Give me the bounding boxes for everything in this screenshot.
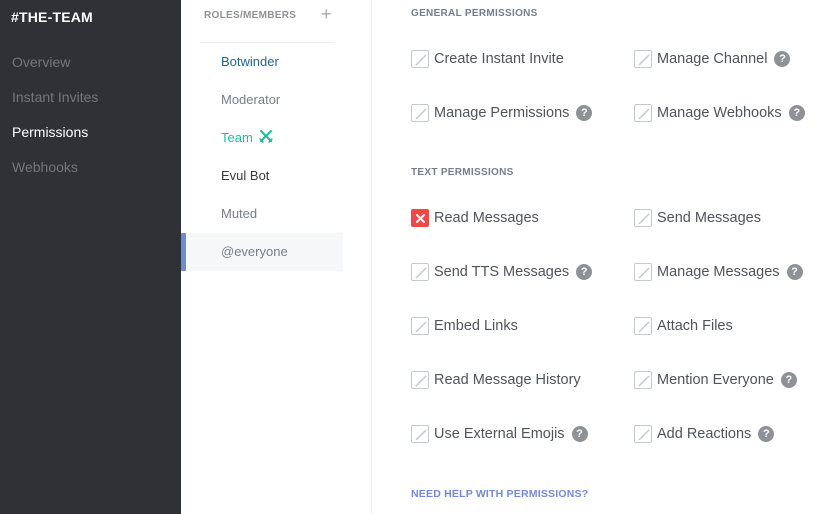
perm-read-messages[interactable]: Read Messages bbox=[411, 208, 539, 228]
help-icon[interactable]: ? bbox=[571, 426, 588, 442]
role-item-team[interactable]: Team bbox=[181, 119, 343, 157]
perm-label: Embed Links bbox=[434, 318, 518, 334]
help-icon[interactable]: ? bbox=[758, 426, 775, 442]
passthrough-checkbox[interactable] bbox=[634, 425, 652, 443]
perm-send-tts-messages[interactable]: Send TTS Messages ? bbox=[411, 262, 593, 282]
deny-checkbox[interactable] bbox=[411, 209, 429, 227]
role-item-botwinder[interactable]: Botwinder bbox=[181, 43, 343, 81]
crossed-swords-icon bbox=[259, 120, 274, 158]
perm-label: Send Messages bbox=[657, 210, 761, 226]
perm-create-instant-invite[interactable]: Create Instant Invite bbox=[411, 49, 564, 69]
perm-manage-permissions[interactable]: Manage Permissions ? bbox=[411, 103, 593, 123]
perm-label: Mention Everyone bbox=[657, 372, 774, 388]
passthrough-checkbox[interactable] bbox=[411, 317, 429, 335]
passthrough-checkbox[interactable] bbox=[411, 50, 429, 68]
perm-label: Attach Files bbox=[657, 318, 733, 334]
perm-read-message-history[interactable]: Read Message History bbox=[411, 370, 581, 390]
sidebar-item-instant-invites[interactable]: Instant Invites bbox=[12, 89, 98, 105]
roles-members-panel: ROLES/MEMBERS + Botwinder Moderator Team… bbox=[181, 0, 372, 514]
channel-title: #THE-TEAM bbox=[11, 9, 93, 25]
help-icon[interactable]: ? bbox=[780, 372, 797, 388]
perm-label: Manage Channel bbox=[657, 51, 768, 67]
help-icon[interactable]: ? bbox=[576, 105, 593, 121]
passthrough-checkbox[interactable] bbox=[634, 371, 652, 389]
permissions-panel: GENERAL PERMISSIONS Create Instant Invit… bbox=[373, 0, 822, 514]
perm-manage-webhooks[interactable]: Manage Webhooks ? bbox=[634, 103, 805, 123]
perm-add-reactions[interactable]: Add Reactions ? bbox=[634, 424, 775, 444]
role-item-moderator[interactable]: Moderator bbox=[181, 81, 343, 119]
passthrough-checkbox[interactable] bbox=[411, 263, 429, 281]
role-label: @everyone bbox=[221, 244, 288, 259]
perm-attach-files[interactable]: Attach Files bbox=[634, 316, 733, 336]
channel-settings-sidebar: #THE-TEAM Overview Instant Invites Permi… bbox=[0, 0, 181, 514]
role-item-muted[interactable]: Muted bbox=[181, 195, 343, 233]
passthrough-checkbox[interactable] bbox=[634, 317, 652, 335]
plus-icon[interactable]: + bbox=[321, 4, 332, 24]
role-item-evul-bot[interactable]: Evul Bot bbox=[181, 157, 343, 195]
role-label: Team bbox=[221, 130, 253, 145]
perm-label: Read Messages bbox=[434, 210, 539, 226]
perm-embed-links[interactable]: Embed Links bbox=[411, 316, 518, 336]
roles-header: ROLES/MEMBERS bbox=[204, 10, 297, 21]
help-icon[interactable]: ? bbox=[788, 105, 805, 121]
passthrough-checkbox[interactable] bbox=[411, 425, 429, 443]
section-title-text: TEXT PERMISSIONS bbox=[411, 167, 514, 178]
passthrough-checkbox[interactable] bbox=[634, 209, 652, 227]
passthrough-checkbox[interactable] bbox=[411, 104, 429, 122]
role-label: Moderator bbox=[221, 92, 281, 107]
sidebar-item-webhooks[interactable]: Webhooks bbox=[12, 159, 78, 175]
perm-label: Create Instant Invite bbox=[434, 51, 564, 67]
help-icon[interactable]: ? bbox=[774, 51, 791, 67]
perm-label: Add Reactions bbox=[657, 426, 752, 442]
passthrough-checkbox[interactable] bbox=[634, 104, 652, 122]
selected-indicator bbox=[181, 233, 186, 271]
passthrough-checkbox[interactable] bbox=[411, 371, 429, 389]
passthrough-checkbox[interactable] bbox=[634, 263, 652, 281]
sidebar-item-permissions[interactable]: Permissions bbox=[12, 124, 88, 140]
perm-mention-everyone[interactable]: Mention Everyone ? bbox=[634, 370, 797, 390]
perm-manage-messages[interactable]: Manage Messages ? bbox=[634, 262, 803, 282]
perm-label: Manage Permissions bbox=[434, 105, 570, 121]
perm-manage-channel[interactable]: Manage Channel ? bbox=[634, 49, 791, 69]
perm-label: Send TTS Messages bbox=[434, 264, 570, 280]
role-label: Muted bbox=[221, 206, 258, 221]
perm-use-external-emojis[interactable]: Use External Emojis ? bbox=[411, 424, 588, 444]
perm-send-messages[interactable]: Send Messages bbox=[634, 208, 761, 228]
help-icon[interactable]: ? bbox=[786, 264, 803, 280]
sidebar-item-overview[interactable]: Overview bbox=[12, 54, 70, 70]
passthrough-checkbox[interactable] bbox=[634, 50, 652, 68]
role-label: Evul Bot bbox=[221, 168, 270, 183]
perm-label: Read Message History bbox=[434, 372, 581, 388]
perm-label: Manage Webhooks bbox=[657, 105, 782, 121]
role-item-everyone[interactable]: @everyone bbox=[181, 233, 343, 271]
perm-label: Use External Emojis bbox=[434, 426, 565, 442]
section-title-general: GENERAL PERMISSIONS bbox=[411, 8, 538, 19]
help-link[interactable]: NEED HELP WITH PERMISSIONS? bbox=[411, 488, 588, 500]
perm-label: Manage Messages bbox=[657, 264, 780, 280]
role-label: Botwinder bbox=[221, 54, 279, 69]
help-icon[interactable]: ? bbox=[576, 264, 593, 280]
